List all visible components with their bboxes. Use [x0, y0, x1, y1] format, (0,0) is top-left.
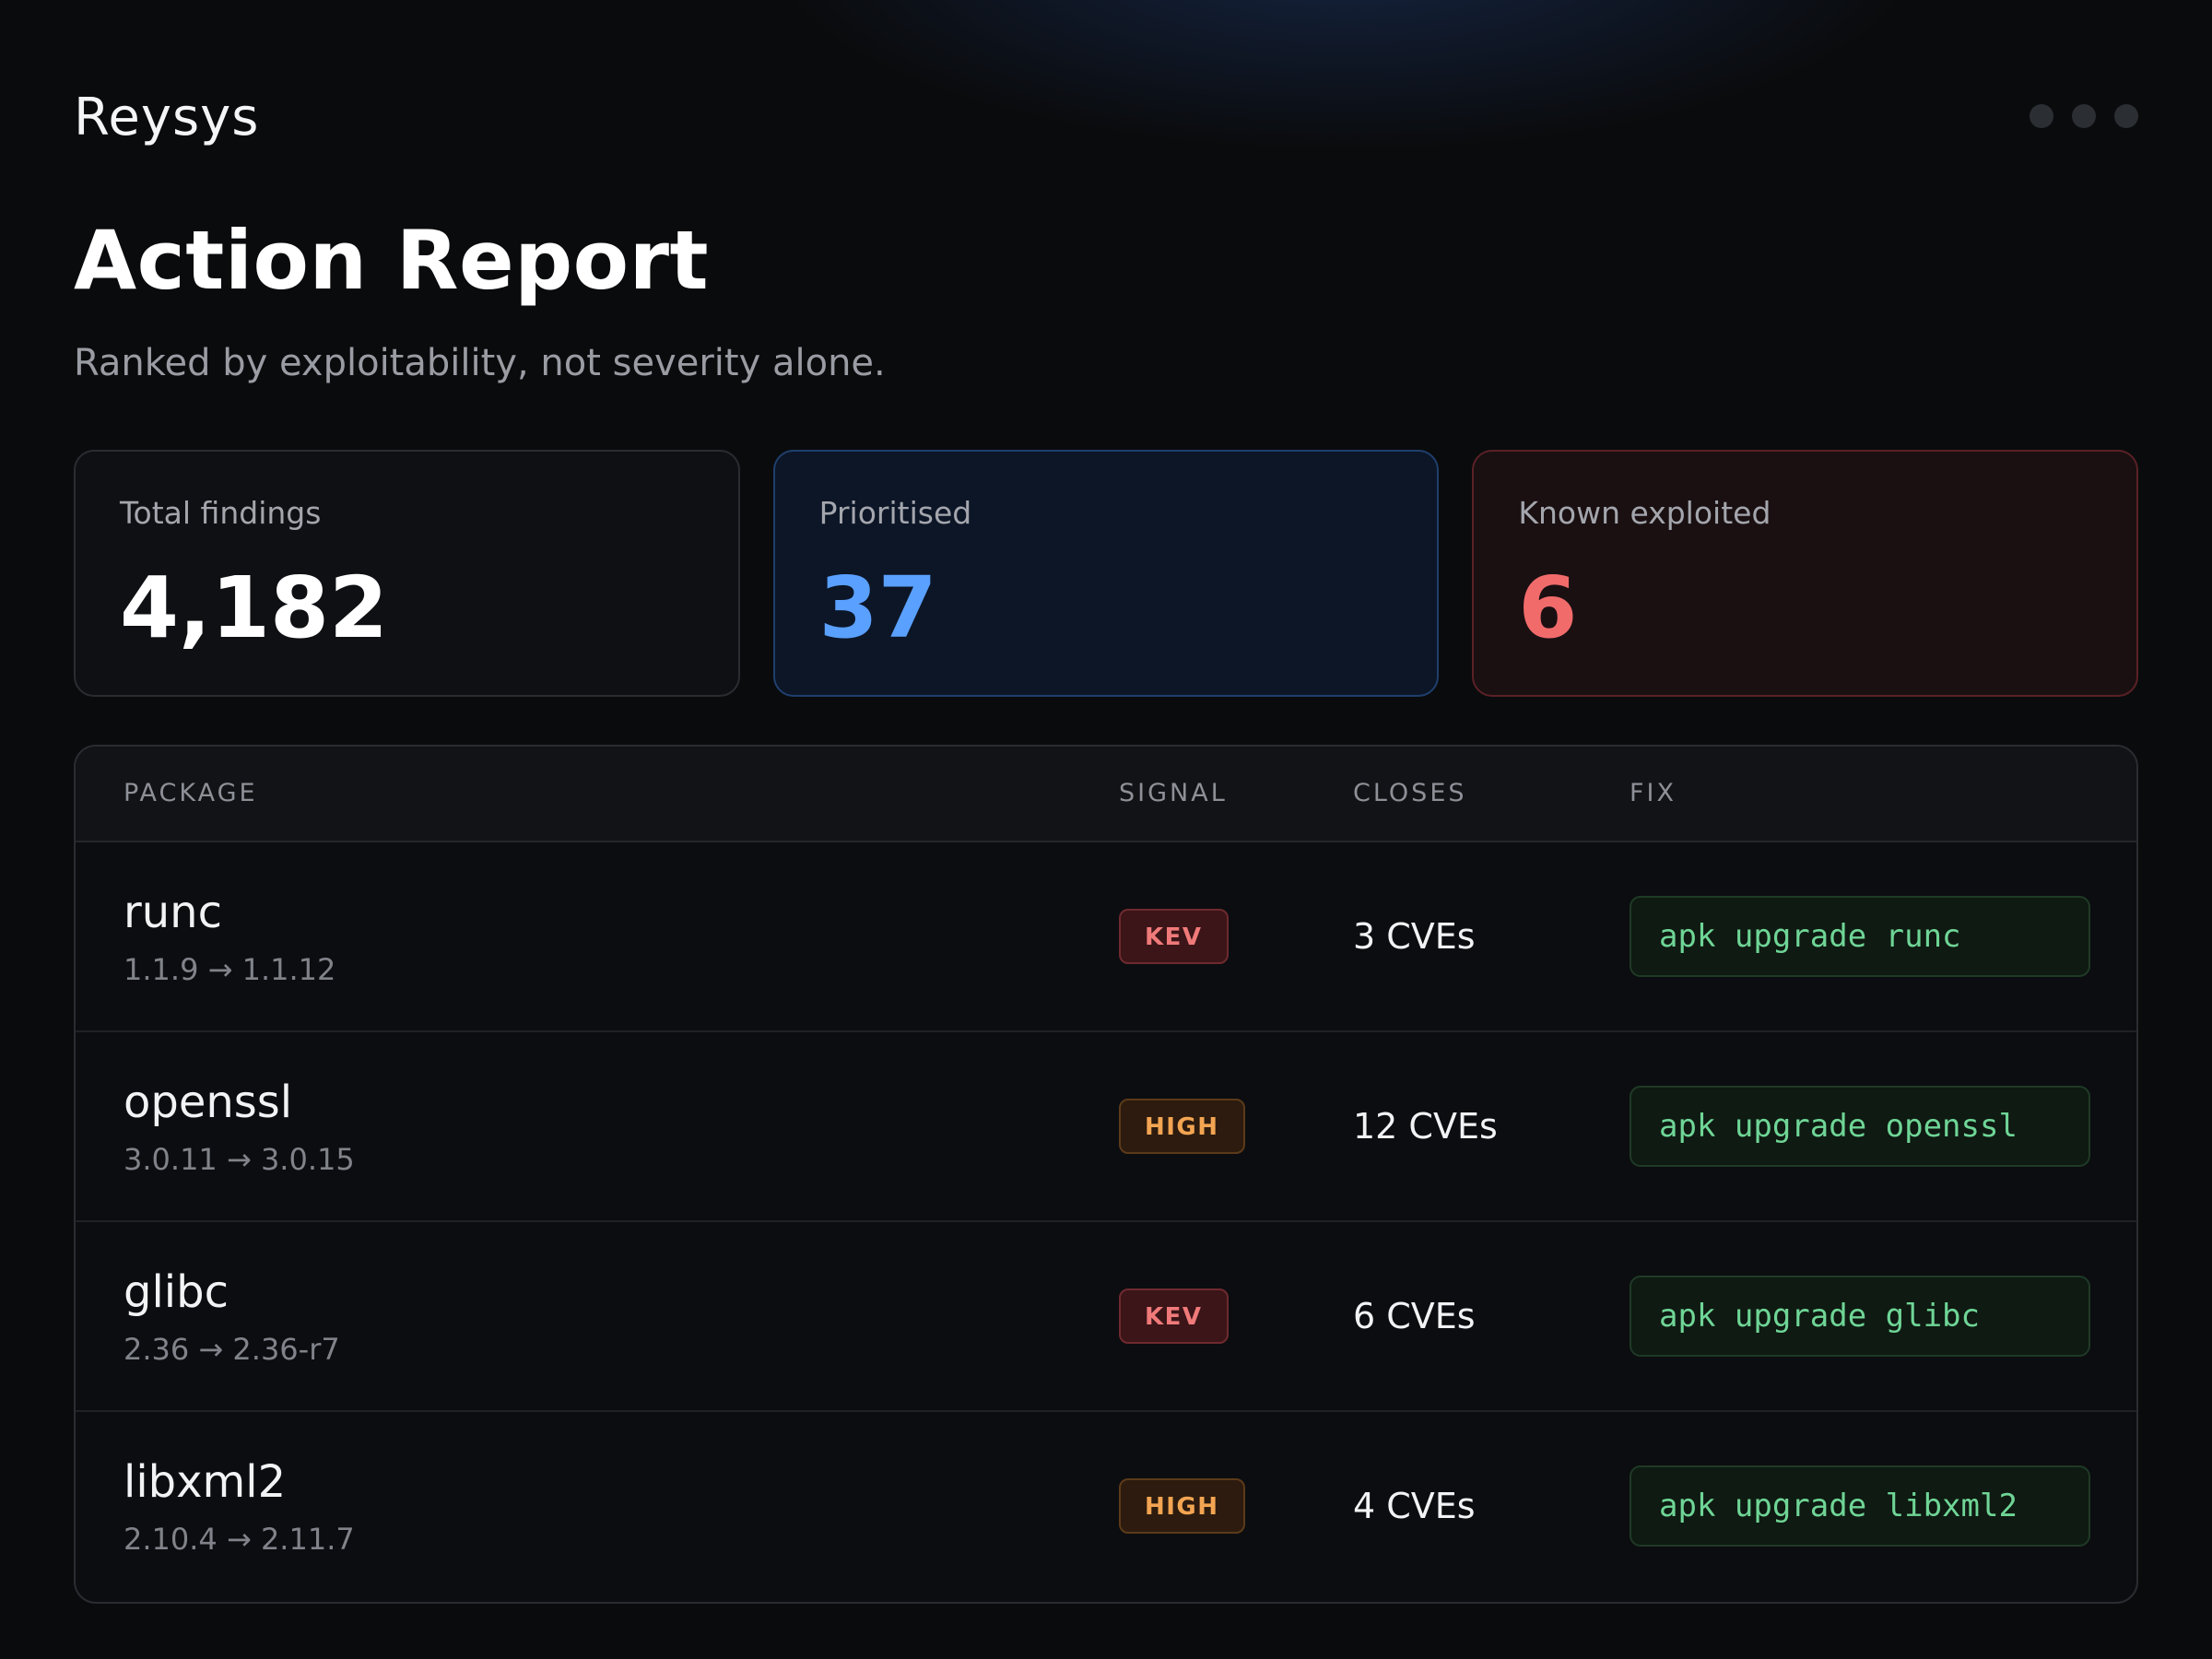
fix-command[interactable]: apk upgrade runc	[1630, 896, 2090, 977]
table-row[interactable]: glibc 2.36 → 2.36-r7 KEV 6 CVEs apk upgr…	[76, 1222, 2136, 1412]
signal-badge: KEV	[1119, 909, 1229, 964]
closes-count: 4 CVEs	[1353, 1486, 1476, 1526]
dot-2	[2072, 104, 2096, 128]
page-title: Action Report	[74, 213, 710, 308]
package-version: 1.1.9 → 1.1.12	[124, 952, 336, 987]
package-name: runc	[124, 887, 222, 938]
table-row[interactable]: runc 1.1.9 → 1.1.12 KEV 3 CVEs apk upgra…	[76, 842, 2136, 1032]
column-header-fix[interactable]: FIX	[1630, 747, 1677, 841]
package-version: 2.36 → 2.36-r7	[124, 1332, 340, 1367]
package-version: 3.0.11 → 3.0.15	[124, 1142, 355, 1177]
table-header: PACKAGE SIGNAL CLOSES FIX	[76, 747, 2136, 842]
package-name: libxml2	[124, 1456, 287, 1508]
signal-badge: HIGH	[1119, 1478, 1245, 1534]
stat-card-known-exploited: Known exploited 6	[1472, 450, 2139, 697]
fix-command[interactable]: apk upgrade libxml2	[1630, 1465, 2090, 1547]
stat-value: 37	[818, 559, 937, 657]
dot-1	[2030, 104, 2053, 128]
stats-row: Total findings 4,182 Prioritised 37 Know…	[74, 450, 2139, 697]
page-subtitle: Ranked by exploitability, not severity a…	[74, 342, 886, 384]
column-header-package[interactable]: PACKAGE	[124, 747, 258, 841]
top-bar: Reysys	[74, 81, 2138, 155]
stat-value: 4,182	[120, 559, 389, 657]
stat-value: 6	[1518, 559, 1578, 657]
brand-logo: Reysys	[74, 88, 260, 147]
column-header-closes[interactable]: CLOSES	[1353, 747, 1467, 841]
signal-badge: KEV	[1119, 1288, 1229, 1344]
more-dots-icon[interactable]	[2030, 104, 2138, 128]
package-name: openssl	[124, 1077, 293, 1128]
stat-card-prioritised: Prioritised 37	[772, 450, 1440, 697]
fix-command[interactable]: apk upgrade glibc	[1630, 1276, 2090, 1357]
findings-table: PACKAGE SIGNAL CLOSES FIX runc 1.1.9 → 1…	[74, 745, 2138, 1604]
report-page: Reysys Action Report Ranked by exploitab…	[74, 0, 2139, 1659]
signal-badge: HIGH	[1119, 1099, 1245, 1154]
table-row[interactable]: openssl 3.0.11 → 3.0.15 HIGH 12 CVEs apk…	[76, 1032, 2136, 1222]
column-header-signal[interactable]: SIGNAL	[1119, 747, 1228, 841]
stat-label: Known exploited	[1518, 495, 1771, 531]
stat-label: Prioritised	[818, 495, 972, 531]
stat-card-total-findings: Total findings 4,182	[74, 450, 740, 697]
closes-count: 12 CVEs	[1353, 1106, 1498, 1147]
closes-count: 3 CVEs	[1353, 916, 1476, 957]
dot-3	[2114, 104, 2138, 128]
stat-label: Total findings	[120, 495, 322, 531]
fix-command[interactable]: apk upgrade openssl	[1630, 1086, 2090, 1167]
package-name: glibc	[124, 1266, 229, 1318]
closes-count: 6 CVEs	[1353, 1296, 1476, 1336]
package-version: 2.10.4 → 2.11.7	[124, 1522, 355, 1557]
table-row[interactable]: libxml2 2.10.4 → 2.11.7 HIGH 4 CVEs apk …	[76, 1412, 2136, 1602]
